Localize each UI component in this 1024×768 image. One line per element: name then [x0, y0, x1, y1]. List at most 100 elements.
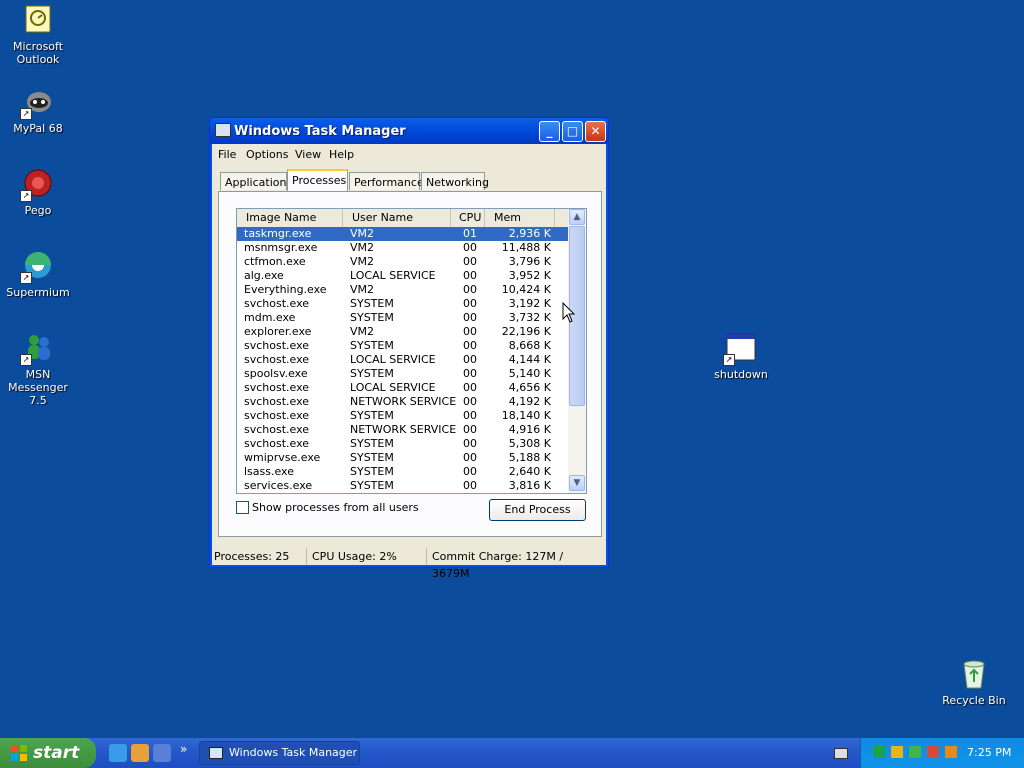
menu-file[interactable]: File — [218, 148, 236, 161]
scroll-down-button[interactable]: ▼ — [569, 475, 585, 491]
desktop-icon-label: Microsoft — [12, 40, 64, 53]
column-mem-usage[interactable]: Mem Usage — [485, 209, 555, 242]
title-bar[interactable]: Windows Task Manager _ □ ✕ — [210, 118, 608, 144]
process-rows: taskmgr.exe VM2 01 2,936 K msnmsgr.exe VM2 00 1… — [237, 227, 568, 493]
menu-view[interactable]: View — [295, 148, 321, 161]
show-all-processes-label[interactable]: Show processes from all users — [252, 501, 419, 514]
desktop-icon-msn[interactable]: ↗ MSN Messenger 7.5 — [0, 332, 76, 407]
column-user-name[interactable]: User Name — [343, 209, 451, 227]
desktop-icon-label: Recycle Bin — [942, 694, 1006, 707]
quicklaunch-ie-icon[interactable] — [109, 744, 127, 762]
msn-tray-icon[interactable] — [927, 746, 939, 758]
task-manager-window[interactable]: Windows Task Manager _ □ ✕ File Options … — [209, 117, 609, 580]
process-row[interactable]: svchost.exe NETWORK SERVICE 00 4,916 K — [237, 423, 568, 437]
taskbar-button-task-manager[interactable]: Windows Task Manager — [199, 741, 360, 765]
process-image-name: svchost.exe — [244, 339, 310, 352]
process-row[interactable]: taskmgr.exe VM2 01 2,936 K — [237, 227, 568, 241]
process-cpu: 00 — [463, 325, 477, 338]
process-user-name: SYSTEM — [350, 479, 394, 492]
status-commit-charge: Commit Charge: 127M / 3679M — [432, 550, 564, 580]
process-user-name: SYSTEM — [350, 311, 394, 324]
process-cpu: 00 — [463, 409, 477, 422]
column-image-name[interactable]: Image Name — [237, 209, 343, 227]
process-row[interactable]: services.exe SYSTEM 00 3,816 K — [237, 479, 568, 493]
process-row[interactable]: msnmsgr.exe VM2 00 11,488 K — [237, 241, 568, 255]
process-user-name: NETWORK SERVICE — [350, 423, 457, 436]
process-row[interactable]: svchost.exe SYSTEM 00 3,192 K — [237, 297, 568, 311]
process-image-name: svchost.exe — [244, 381, 310, 394]
process-cpu: 00 — [463, 437, 477, 450]
process-user-name: LOCAL SERVICE — [350, 353, 436, 366]
shortcut-arrow-icon: ↗ — [20, 354, 32, 366]
show-all-processes-checkbox[interactable] — [236, 501, 249, 514]
process-row[interactable]: svchost.exe SYSTEM 00 8,668 K — [237, 339, 568, 353]
process-image-name: taskmgr.exe — [244, 227, 312, 240]
tab-networking[interactable]: Networking — [421, 172, 489, 190]
process-row[interactable]: wmiprvse.exe SYSTEM 00 5,188 K — [237, 451, 568, 465]
task-manager-icon — [215, 123, 231, 137]
desktop-icon-pego[interactable]: ↗ Pego — [0, 168, 76, 217]
desktop-icon-label: Messenger 7.5 — [8, 381, 68, 407]
network-tray-icon[interactable] — [873, 746, 885, 758]
process-mem-usage: 22,196 K — [501, 325, 551, 338]
shortcut-arrow-icon: ↗ — [20, 190, 32, 202]
menu-bar: File Options View Help — [213, 145, 605, 165]
process-row[interactable]: mdm.exe SYSTEM 00 3,732 K — [237, 311, 568, 325]
close-button[interactable]: ✕ — [585, 121, 606, 142]
process-image-name: Everything.exe — [244, 283, 327, 296]
tab-applications[interactable]: Applications — [220, 172, 292, 190]
shortcut-arrow-icon: ↗ — [20, 272, 32, 284]
process-row[interactable]: alg.exe LOCAL SERVICE 00 3,952 K — [237, 269, 568, 283]
process-list[interactable]: Image Name User Name CPU Mem Usage taskm… — [236, 208, 587, 494]
process-row[interactable]: ctfmon.exe VM2 00 3,796 K — [237, 255, 568, 269]
start-button[interactable]: start — [0, 738, 96, 768]
process-user-name: SYSTEM — [350, 465, 394, 478]
menu-options[interactable]: Options — [246, 148, 288, 161]
process-row[interactable]: spoolsv.exe SYSTEM 00 5,140 K — [237, 367, 568, 381]
update-tray-icon[interactable] — [909, 746, 921, 758]
menu-help[interactable]: Help — [329, 148, 354, 161]
end-process-button[interactable]: End Process — [489, 499, 586, 521]
process-mem-usage: 4,192 K — [508, 395, 551, 408]
desktop-icon-recycle-bin[interactable]: Recycle Bin — [936, 658, 1012, 707]
process-row[interactable]: svchost.exe LOCAL SERVICE 00 4,144 K — [237, 353, 568, 367]
process-user-name: LOCAL SERVICE — [350, 381, 436, 394]
process-row[interactable]: svchost.exe SYSTEM 00 5,308 K — [237, 437, 568, 451]
process-row[interactable]: svchost.exe SYSTEM 00 18,140 K — [237, 409, 568, 423]
quicklaunch-media-icon[interactable] — [153, 744, 171, 762]
process-row[interactable]: lsass.exe SYSTEM 00 2,640 K — [237, 465, 568, 479]
desktop-icon-shutdown[interactable]: ↗ shutdown — [703, 332, 779, 381]
taskbar-button-label: Windows Task Manager — [229, 746, 358, 759]
process-row[interactable]: Everything.exe VM2 00 10,424 K — [237, 283, 568, 297]
process-mem-usage: 5,140 K — [508, 367, 551, 380]
process-user-name: SYSTEM — [350, 339, 394, 352]
keyboard-icon[interactable] — [834, 748, 848, 759]
quicklaunch-chevron-icon[interactable]: » — [180, 742, 187, 756]
vertical-scrollbar[interactable]: ▲ ▼ — [568, 209, 586, 493]
desktop-icon-mypal[interactable]: ↗ MyPal 68 — [0, 86, 76, 135]
desktop-icon-supermium[interactable]: ↗ Supermium — [0, 250, 76, 299]
taskbar: start » Windows Task Manager 7:25 PM — [0, 738, 1024, 768]
process-row[interactable]: explorer.exe VM2 00 22,196 K — [237, 325, 568, 339]
minimize-button[interactable]: _ — [539, 121, 560, 142]
tab-processes[interactable]: Processes — [287, 169, 348, 191]
process-mem-usage: 3,192 K — [508, 297, 551, 310]
search-tray-icon[interactable] — [945, 746, 957, 758]
desktop-icon-label: Supermium — [6, 286, 70, 299]
process-mem-usage: 4,916 K — [508, 423, 551, 436]
process-mem-usage: 2,640 K — [508, 465, 551, 478]
process-row[interactable]: svchost.exe LOCAL SERVICE 00 4,656 K — [237, 381, 568, 395]
quicklaunch-msn-icon[interactable] — [131, 744, 149, 762]
process-row[interactable]: svchost.exe NETWORK SERVICE 00 4,192 K — [237, 395, 568, 409]
scroll-up-button[interactable]: ▲ — [569, 209, 585, 225]
chevron-up-icon: ▲ — [573, 212, 581, 222]
list-header: Image Name User Name CPU Mem Usage — [237, 209, 568, 242]
maximize-button[interactable]: □ — [562, 121, 583, 142]
clock[interactable]: 7:25 PM — [967, 738, 1011, 768]
process-cpu: 00 — [463, 465, 477, 478]
tab-performance[interactable]: Performance — [349, 172, 424, 190]
desktop-icon-outlook[interactable]: Microsoft Outlook — [0, 4, 76, 66]
security-tray-icon[interactable] — [891, 746, 903, 758]
desktop-icon-label: shutdown — [714, 368, 768, 381]
column-cpu[interactable]: CPU — [451, 209, 485, 227]
